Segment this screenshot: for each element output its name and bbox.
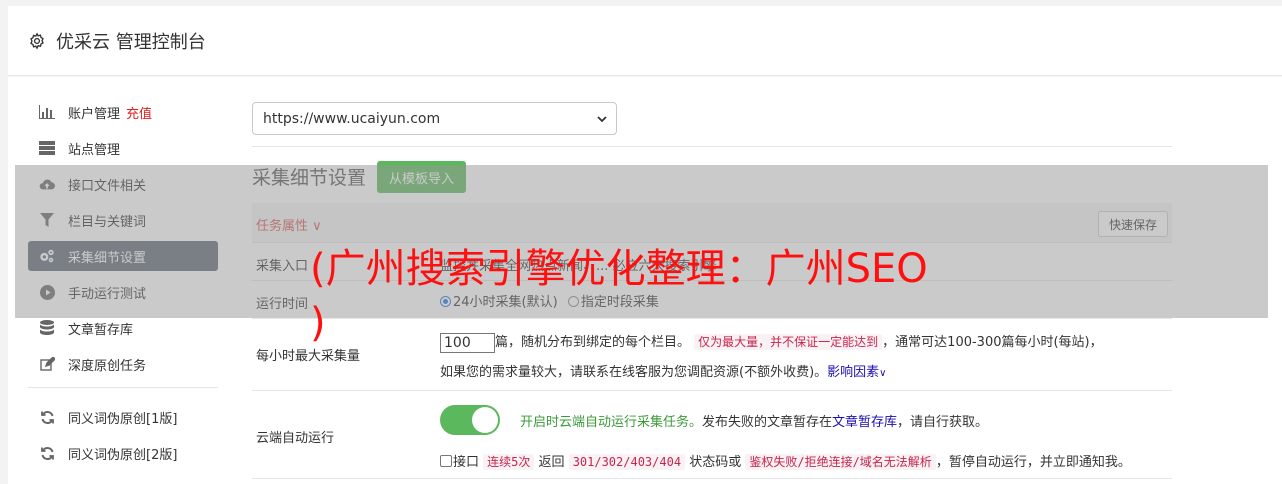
site-select-value: https://www.ucaiyun.com bbox=[263, 110, 441, 127]
cloud-desc: 开启时云端自动运行采集任务。发布失败的文章暂存在文章暂存库，请自行获取。 bbox=[520, 411, 988, 430]
per-hour-text-2: ，通常可达100-300篇每小时(每站)， bbox=[882, 335, 1103, 350]
impact-factors-label: 影响因素 bbox=[827, 365, 880, 380]
database-icon bbox=[39, 320, 55, 336]
recharge-link[interactable]: 充值 bbox=[126, 103, 152, 122]
sidebar-item-synonym-v2[interactable]: 同义词伪原创[2版] bbox=[28, 438, 218, 468]
sidebar-item-account[interactable]: 账户管理 充值 bbox=[28, 97, 218, 127]
gear-icon bbox=[30, 32, 44, 50]
server-icon bbox=[39, 140, 55, 156]
sidebar-item-label: 深度原创任务 bbox=[68, 358, 147, 374]
per-hour-text-3: 如果您的需求量较大，请联系在线客服为您调配资源(不额外收费)。 bbox=[440, 365, 828, 380]
sidebar-item-label: 文章暂存库 bbox=[68, 322, 134, 338]
chevron-down-icon bbox=[597, 116, 607, 123]
watermark-line-2: ) bbox=[310, 300, 326, 346]
cb-code-2: 301/302/403/404 bbox=[568, 454, 686, 470]
divider bbox=[252, 146, 1172, 147]
cb-code-3: 鉴权失败/拒绝连接/域名无法解析 bbox=[745, 454, 936, 470]
per-hour-note: 仅为最大量，并不保证一定能达到 bbox=[694, 334, 883, 350]
cb-text: 接口 bbox=[453, 455, 480, 470]
cloud-desc-2: 发布失败的文章暂存在 bbox=[702, 415, 833, 430]
sidebar-item-deep-original[interactable]: 深度原创任务 bbox=[28, 349, 218, 379]
cloud-pause-option: 接口 连续5次 返回 301/302/403/404 状态码或 鉴权失败/拒绝连… bbox=[440, 451, 1131, 470]
table-row-per-hour: 每小时最大采集量 100 篇，随机分布到绑定的每个栏目。 仅为最大量，并不保证一定… bbox=[252, 319, 1172, 391]
cb-code-1: 连续5次 bbox=[483, 454, 535, 470]
cb-text-end: ，暂停自动运行，并立即通知我。 bbox=[935, 455, 1131, 470]
cloud-auto-run-toggle[interactable] bbox=[440, 405, 500, 435]
per-hour-desc: 100 篇，随机分布到绑定的每个栏目。 仅为最大量，并不保证一定能达到 ，通常可达1… bbox=[440, 327, 1170, 389]
cloud-label: 云端自动运行 bbox=[256, 431, 335, 446]
cb-text-status: 状态码或 bbox=[689, 455, 742, 470]
table-row-cloud: 云端自动运行 开启时云端自动运行采集任务。发布失败的文章暂存在文章暂存库，请自行… bbox=[252, 391, 1172, 479]
sidebar-item-label: 站点管理 bbox=[68, 142, 121, 158]
header-bar: 优采云 管理控制台 bbox=[8, 6, 1282, 76]
bar-chart-icon bbox=[39, 104, 55, 120]
per-hour-label: 每小时最大采集量 bbox=[256, 349, 361, 364]
impact-factors-link[interactable]: 影响因素∨ bbox=[827, 365, 886, 380]
per-hour-text-1: 篇，随机分布到绑定的每个栏目。 bbox=[495, 335, 691, 350]
edit-icon bbox=[39, 356, 55, 372]
sidebar-item-label: 账户管理 bbox=[68, 106, 121, 122]
sidebar-item-label: 同义词伪原创[1版] bbox=[68, 411, 178, 427]
per-hour-input[interactable]: 100 bbox=[440, 332, 495, 353]
refresh-icon bbox=[39, 409, 55, 425]
article-storage-link[interactable]: 文章暂存库 bbox=[832, 415, 897, 430]
pause-checkbox[interactable] bbox=[440, 455, 452, 467]
toggle-knob bbox=[472, 407, 498, 433]
refresh-icon bbox=[39, 445, 55, 461]
site-select[interactable]: https://www.ucaiyun.com bbox=[252, 102, 617, 135]
cloud-desc-3: ，请自行获取。 bbox=[897, 415, 989, 430]
sidebar-divider bbox=[28, 387, 218, 388]
page-title: 优采云 管理控制台 bbox=[56, 31, 206, 53]
sidebar-item-synonym-v1[interactable]: 同义词伪原创[1版] bbox=[28, 402, 218, 432]
watermark-line-1: (广州搜索引擎优化整理：广州SEO bbox=[310, 246, 928, 292]
sidebar-item-label: 同义词伪原创[2版] bbox=[68, 447, 178, 463]
sidebar-item-sites[interactable]: 站点管理 bbox=[28, 133, 218, 163]
cb-text-return: 返回 bbox=[538, 455, 565, 470]
chevron-down-icon: ∨ bbox=[879, 368, 887, 379]
cloud-desc-1: 开启时云端自动运行采集任务。 bbox=[520, 415, 703, 430]
